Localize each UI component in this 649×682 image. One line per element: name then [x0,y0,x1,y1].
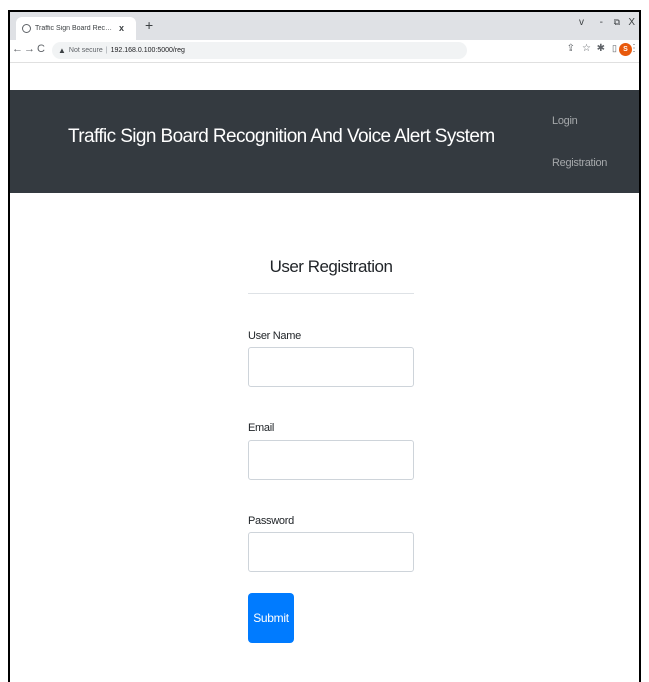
nav-login-link[interactable]: Login [552,115,578,127]
address-bar: ← → C ▲ Not secure | 192.168.0.100:5000/… [10,40,639,63]
maximize-icon[interactable]: ⧉ [614,18,620,27]
star-icon[interactable]: ☆ [582,44,591,54]
side-panel-icon[interactable]: ▯ [612,44,617,53]
security-label: Not secure [68,47,103,54]
username-label: User Name [248,330,301,342]
tab-close-icon[interactable]: x [119,24,124,33]
share-icon[interactable]: ⇪ [567,44,575,54]
minimize-icon[interactable]: - [600,18,603,28]
password-label: Password [248,515,294,527]
url-text: 192.168.0.100:5000/reg [110,47,185,54]
url-separator: | [105,47,108,54]
close-window-icon[interactable]: X [628,18,635,28]
browser-window: Traffic Sign Board Recognition A x + v -… [8,10,641,682]
tab-search-icon[interactable]: v [579,18,584,28]
form-title: User Registration [269,257,393,276]
extensions-icon[interactable]: ✱ [597,44,605,54]
browser-title-bar: Traffic Sign Board Recognition A x + v -… [10,12,639,40]
nav-registration-link[interactable]: Registration [552,157,607,169]
tab-title: Traffic Sign Board Recognition A [35,25,115,32]
site-brand[interactable]: Traffic Sign Board Recognition And Voice… [68,126,495,148]
url-field[interactable]: ▲ Not secure | 192.168.0.100:5000/reg [52,42,467,59]
menu-icon[interactable]: ⋮ [629,44,639,54]
forward-icon[interactable]: → [24,44,35,55]
new-tab-icon[interactable]: + [145,18,153,32]
submit-button[interactable]: Submit [248,593,294,643]
reload-icon[interactable]: C [37,44,45,55]
form-divider [248,293,414,294]
site-header: Traffic Sign Board Recognition And Voice… [10,90,639,193]
email-input[interactable] [248,440,414,480]
back-icon[interactable]: ← [12,44,23,55]
password-input[interactable] [248,532,414,572]
warning-icon: ▲ [58,46,66,55]
username-input[interactable] [248,347,414,387]
favicon-icon [22,24,31,33]
email-label: Email [248,422,275,434]
browser-tab[interactable]: Traffic Sign Board Recognition A x [16,17,136,40]
